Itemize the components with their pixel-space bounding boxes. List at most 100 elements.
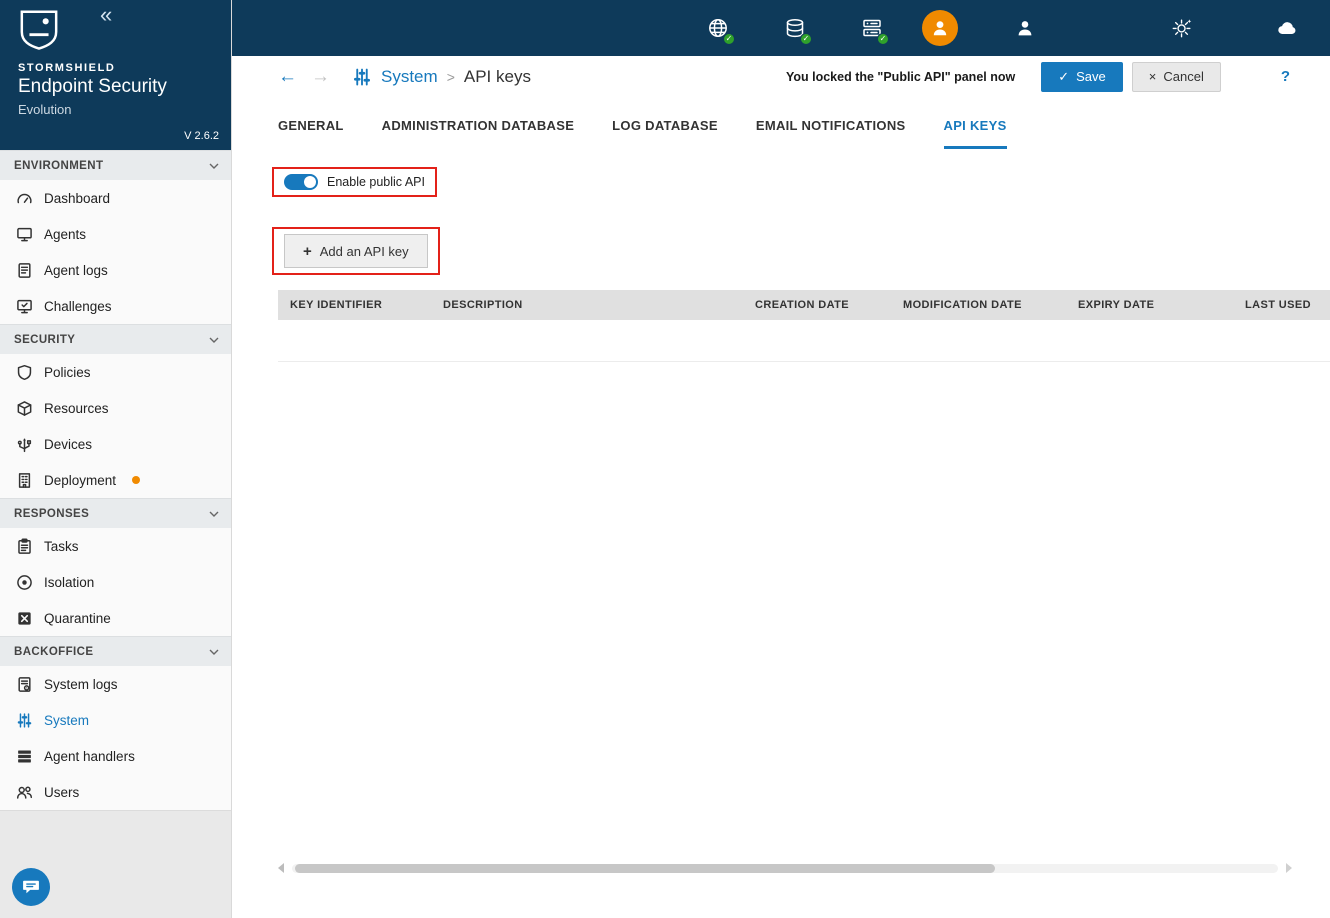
tab-bar: GENERAL ADMINISTRATION DATABASE LOG DATA…	[232, 97, 1330, 149]
sidebar-item-isolation[interactable]: Isolation	[0, 564, 231, 600]
sidebar-item-label: Quarantine	[44, 611, 111, 626]
sidebar-section-environment[interactable]: ENVIRONMENT	[0, 150, 231, 180]
sidebar-footer	[0, 810, 231, 918]
forward-arrow-button[interactable]: →	[311, 67, 330, 86]
sidebar-item-agent-handlers[interactable]: Agent handlers	[0, 738, 231, 774]
product-name: Endpoint Security	[18, 76, 167, 98]
add-api-key-button[interactable]: + Add an API key	[284, 234, 428, 268]
sidebar-item-label: Challenges	[44, 299, 112, 314]
status-check-badge: ✓	[877, 33, 889, 45]
column-header-key-identifier[interactable]: KEY IDENTIFIER	[278, 299, 431, 311]
tab-api-keys[interactable]: API KEYS	[944, 118, 1007, 149]
sidebar-section-backoffice[interactable]: BACKOFFICE	[0, 636, 231, 666]
settings-gear-icon[interactable]	[1167, 13, 1197, 43]
sidebar-item-deployment[interactable]: Deployment	[0, 462, 231, 498]
save-button[interactable]: ✓ Save	[1041, 62, 1123, 92]
server-stack-icon	[16, 748, 33, 765]
collapse-sidebar-button[interactable]: «	[100, 4, 112, 26]
sidebar: « STORMSHIELD Endpoint Security Evolutio…	[0, 0, 232, 918]
tab-administration-database[interactable]: ADMINISTRATION DATABASE	[382, 118, 575, 149]
tab-general[interactable]: GENERAL	[278, 118, 344, 149]
monitor-icon	[16, 226, 33, 243]
user-icon[interactable]	[1010, 13, 1040, 43]
annotation-box-add-key: + Add an API key	[272, 227, 440, 275]
sidebar-item-label: Resources	[44, 401, 109, 416]
sidebar-item-challenges[interactable]: Challenges	[0, 288, 231, 324]
cancel-button[interactable]: × Cancel	[1132, 62, 1221, 92]
sidebar-item-dashboard[interactable]: Dashboard	[0, 180, 231, 216]
scroll-right-arrow[interactable]	[1286, 863, 1292, 873]
chevron-down-icon	[209, 337, 219, 343]
sidebar-item-system-logs[interactable]: System logs	[0, 666, 231, 702]
globe-status-icon[interactable]: ✓	[703, 13, 733, 43]
database-status-icon[interactable]: ✓	[780, 13, 810, 43]
sidebar-item-label: Agents	[44, 227, 86, 242]
section-label: RESPONSES	[14, 508, 89, 520]
sidebar-item-label: Agent handlers	[44, 749, 135, 764]
sidebar-item-agents[interactable]: Agents	[0, 216, 231, 252]
sidebar-item-tasks[interactable]: Tasks	[0, 528, 231, 564]
plus-icon: +	[303, 243, 312, 260]
monitor-check-icon	[16, 298, 33, 315]
sidebar-item-label: Dashboard	[44, 191, 110, 206]
column-header-last-used[interactable]: LAST USED	[1233, 299, 1330, 311]
sidebar-item-label: Policies	[44, 365, 91, 380]
sliders-icon	[16, 712, 33, 729]
tab-email-notifications[interactable]: EMAIL NOTIFICATIONS	[756, 118, 906, 149]
session-user-icon[interactable]	[922, 10, 958, 46]
lock-status-message: You locked the "Public API" panel now	[786, 70, 1015, 84]
sidebar-item-quarantine[interactable]: Quarantine	[0, 600, 231, 636]
target-icon	[16, 574, 33, 591]
sidebar-item-label: Tasks	[44, 539, 79, 554]
section-label: ENVIRONMENT	[14, 160, 103, 172]
cancel-button-label: Cancel	[1163, 69, 1203, 84]
help-button[interactable]: ?	[1281, 68, 1290, 85]
api-keys-table: KEY IDENTIFIER DESCRIPTION CREATION DATE…	[278, 290, 1330, 362]
scrollbar-track[interactable]	[292, 864, 1278, 873]
sidebar-item-users[interactable]: Users	[0, 774, 231, 810]
column-header-description[interactable]: DESCRIPTION	[431, 299, 743, 311]
sidebar-item-policies[interactable]: Policies	[0, 354, 231, 390]
scrollbar-thumb[interactable]	[295, 864, 995, 873]
chevron-down-icon	[209, 649, 219, 655]
breadcrumb-page: API keys	[464, 67, 531, 87]
sidebar-item-label: System	[44, 713, 89, 728]
sidebar-item-devices[interactable]: Devices	[0, 426, 231, 462]
topbar: ✓ ✓ ✓	[232, 0, 1330, 56]
back-arrow-button[interactable]: ←	[278, 67, 297, 86]
chevron-down-icon	[209, 511, 219, 517]
chat-bubble-icon	[21, 877, 41, 897]
sidebar-item-system[interactable]: System	[0, 702, 231, 738]
sidebar-item-label: Deployment	[44, 473, 116, 488]
cloud-icon[interactable]	[1272, 13, 1302, 43]
sidebar-item-resources[interactable]: Resources	[0, 390, 231, 426]
app-root: « STORMSHIELD Endpoint Security Evolutio…	[0, 0, 1330, 918]
sidebar-section-responses[interactable]: RESPONSES	[0, 498, 231, 528]
table-header-row: KEY IDENTIFIER DESCRIPTION CREATION DATE…	[278, 290, 1330, 320]
sidebar-header: « STORMSHIELD Endpoint Security Evolutio…	[0, 0, 231, 150]
server-status-icon[interactable]: ✓	[857, 13, 887, 43]
building-icon	[16, 472, 33, 489]
enable-public-api-toggle[interactable]	[284, 174, 318, 190]
status-check-badge: ✓	[723, 33, 735, 45]
breadcrumb-separator: >	[447, 69, 455, 85]
tab-log-database[interactable]: LOG DATABASE	[612, 118, 718, 149]
sidebar-item-label: System logs	[44, 677, 118, 692]
feedback-chat-button[interactable]	[12, 868, 50, 906]
column-header-modification-date[interactable]: MODIFICATION DATE	[891, 299, 1066, 311]
enable-public-api-label: Enable public API	[327, 175, 425, 189]
cube-icon	[16, 400, 33, 417]
scroll-left-arrow[interactable]	[278, 863, 284, 873]
box-cross-icon	[16, 610, 33, 627]
version-label: V 2.6.2	[184, 130, 219, 142]
column-header-creation-date[interactable]: CREATION DATE	[743, 299, 891, 311]
sidebar-item-agent-logs[interactable]: Agent logs	[0, 252, 231, 288]
sidebar-nav: ENVIRONMENT Dashboard Agents Agent logs …	[0, 150, 231, 810]
breadcrumb-section[interactable]: System	[381, 67, 438, 87]
sidebar-item-label: Devices	[44, 437, 92, 452]
document-lines-icon	[16, 262, 33, 279]
shield-icon	[16, 364, 33, 381]
save-button-label: Save	[1076, 69, 1106, 84]
column-header-expiry-date[interactable]: EXPIRY DATE	[1066, 299, 1233, 311]
sidebar-section-security[interactable]: SECURITY	[0, 324, 231, 354]
